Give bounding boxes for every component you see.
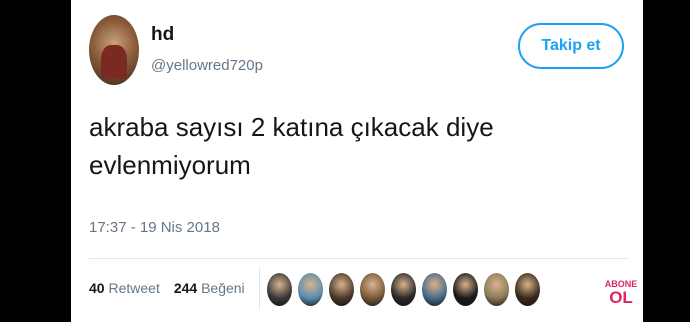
liker-avatar[interactable] bbox=[452, 272, 479, 307]
liker-avatar[interactable] bbox=[328, 272, 355, 307]
like-count: 244 bbox=[173, 280, 198, 296]
tweet-text-line-1: akraba sayısı 2 katına çıkacak diye bbox=[89, 112, 494, 142]
liker-avatar[interactable] bbox=[483, 272, 510, 307]
author-avatar[interactable] bbox=[89, 15, 139, 85]
tweet-card: hd @yellowred720p Takip et akraba sayısı… bbox=[71, 0, 643, 322]
tweet-text-line-2: evlenmiyorum bbox=[89, 150, 251, 180]
tweet-timestamp[interactable]: 17:37 - 19 Nis 2018 bbox=[89, 219, 220, 236]
like-label: Beğeni bbox=[201, 280, 245, 296]
like-stat[interactable]: 244 Beğeni bbox=[174, 280, 245, 296]
follow-button[interactable]: Takip et bbox=[518, 23, 624, 69]
liker-avatars bbox=[266, 272, 541, 307]
abone-ol-watermark: ABONE OL bbox=[604, 280, 638, 307]
liker-avatar[interactable] bbox=[421, 272, 448, 307]
liker-avatar[interactable] bbox=[359, 272, 386, 307]
retweet-count: 40 bbox=[89, 280, 105, 296]
tweet-text: akraba sayısı 2 katına çıkacak diye evle… bbox=[89, 108, 629, 184]
retweet-label: Retweet bbox=[108, 280, 160, 296]
author-name[interactable]: hd bbox=[151, 24, 174, 46]
liker-avatar[interactable] bbox=[390, 272, 417, 307]
divider bbox=[89, 258, 629, 259]
author-handle[interactable]: @yellowred720p bbox=[151, 57, 263, 74]
watermark-bottom: OL bbox=[609, 288, 633, 307]
liker-avatar[interactable] bbox=[266, 272, 293, 307]
stats-separator bbox=[259, 268, 260, 310]
tweet-stats: 40 Retweet 244 Beğeni bbox=[89, 280, 245, 296]
retweet-stat[interactable]: 40 Retweet bbox=[89, 280, 160, 296]
liker-avatar[interactable] bbox=[514, 272, 541, 307]
liker-avatar[interactable] bbox=[297, 272, 324, 307]
